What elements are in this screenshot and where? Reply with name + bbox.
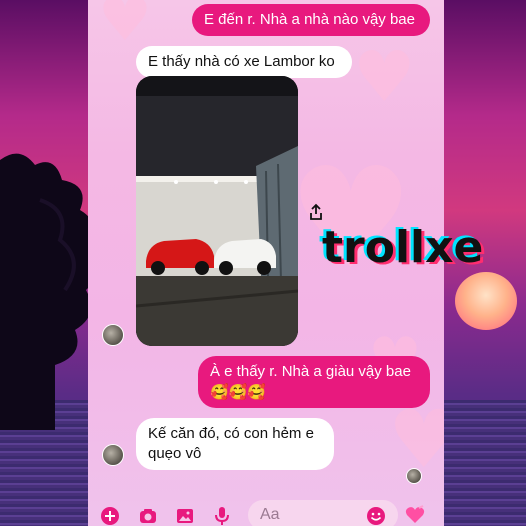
sun — [455, 272, 517, 330]
message-text: Kế căn đó, có con hẻm e — [148, 425, 314, 442]
watermark: trollxe — [322, 222, 484, 273]
message-sent[interactable]: E đến r. Nhà a nhà nào vậy bae — [192, 4, 430, 36]
message-received[interactable]: E thấy nhà có xe Lambor ko — [136, 46, 352, 78]
avatar[interactable] — [102, 444, 124, 466]
heart-reaction-icon[interactable] — [404, 504, 426, 526]
plus-icon[interactable] — [100, 506, 120, 526]
message-text: quẹo vô — [148, 445, 202, 462]
photo-attachment[interactable] — [136, 76, 298, 346]
read-receipt-avatar — [406, 468, 422, 484]
gallery-icon[interactable] — [175, 506, 195, 526]
emoji-row: 🥰🥰🥰 — [210, 383, 267, 401]
camera-icon[interactable] — [138, 506, 158, 526]
heart-decoration: ♥ — [353, 36, 416, 118]
microphone-icon[interactable] — [212, 506, 232, 526]
message-text: E đến r. Nhà a nhà nào vậy bae — [204, 11, 415, 28]
emoji-icon[interactable] — [366, 506, 386, 526]
avatar[interactable] — [102, 324, 124, 346]
message-sent[interactable]: À e thấy r. Nhà a giàu vậy bae 🥰🥰🥰 — [198, 356, 430, 408]
message-input-placeholder: Aa — [260, 506, 280, 523]
share-icon[interactable] — [306, 202, 326, 222]
car-garage-photo — [136, 76, 298, 346]
message-received[interactable]: Kế căn đó, có con hẻm e quẹo vô — [136, 418, 334, 470]
heart-decoration: ♥ — [98, 0, 152, 55]
message-text: À e thấy r. Nhà a giàu vậy bae — [210, 363, 411, 380]
message-text: E thấy nhà có xe Lambor ko — [148, 53, 335, 70]
